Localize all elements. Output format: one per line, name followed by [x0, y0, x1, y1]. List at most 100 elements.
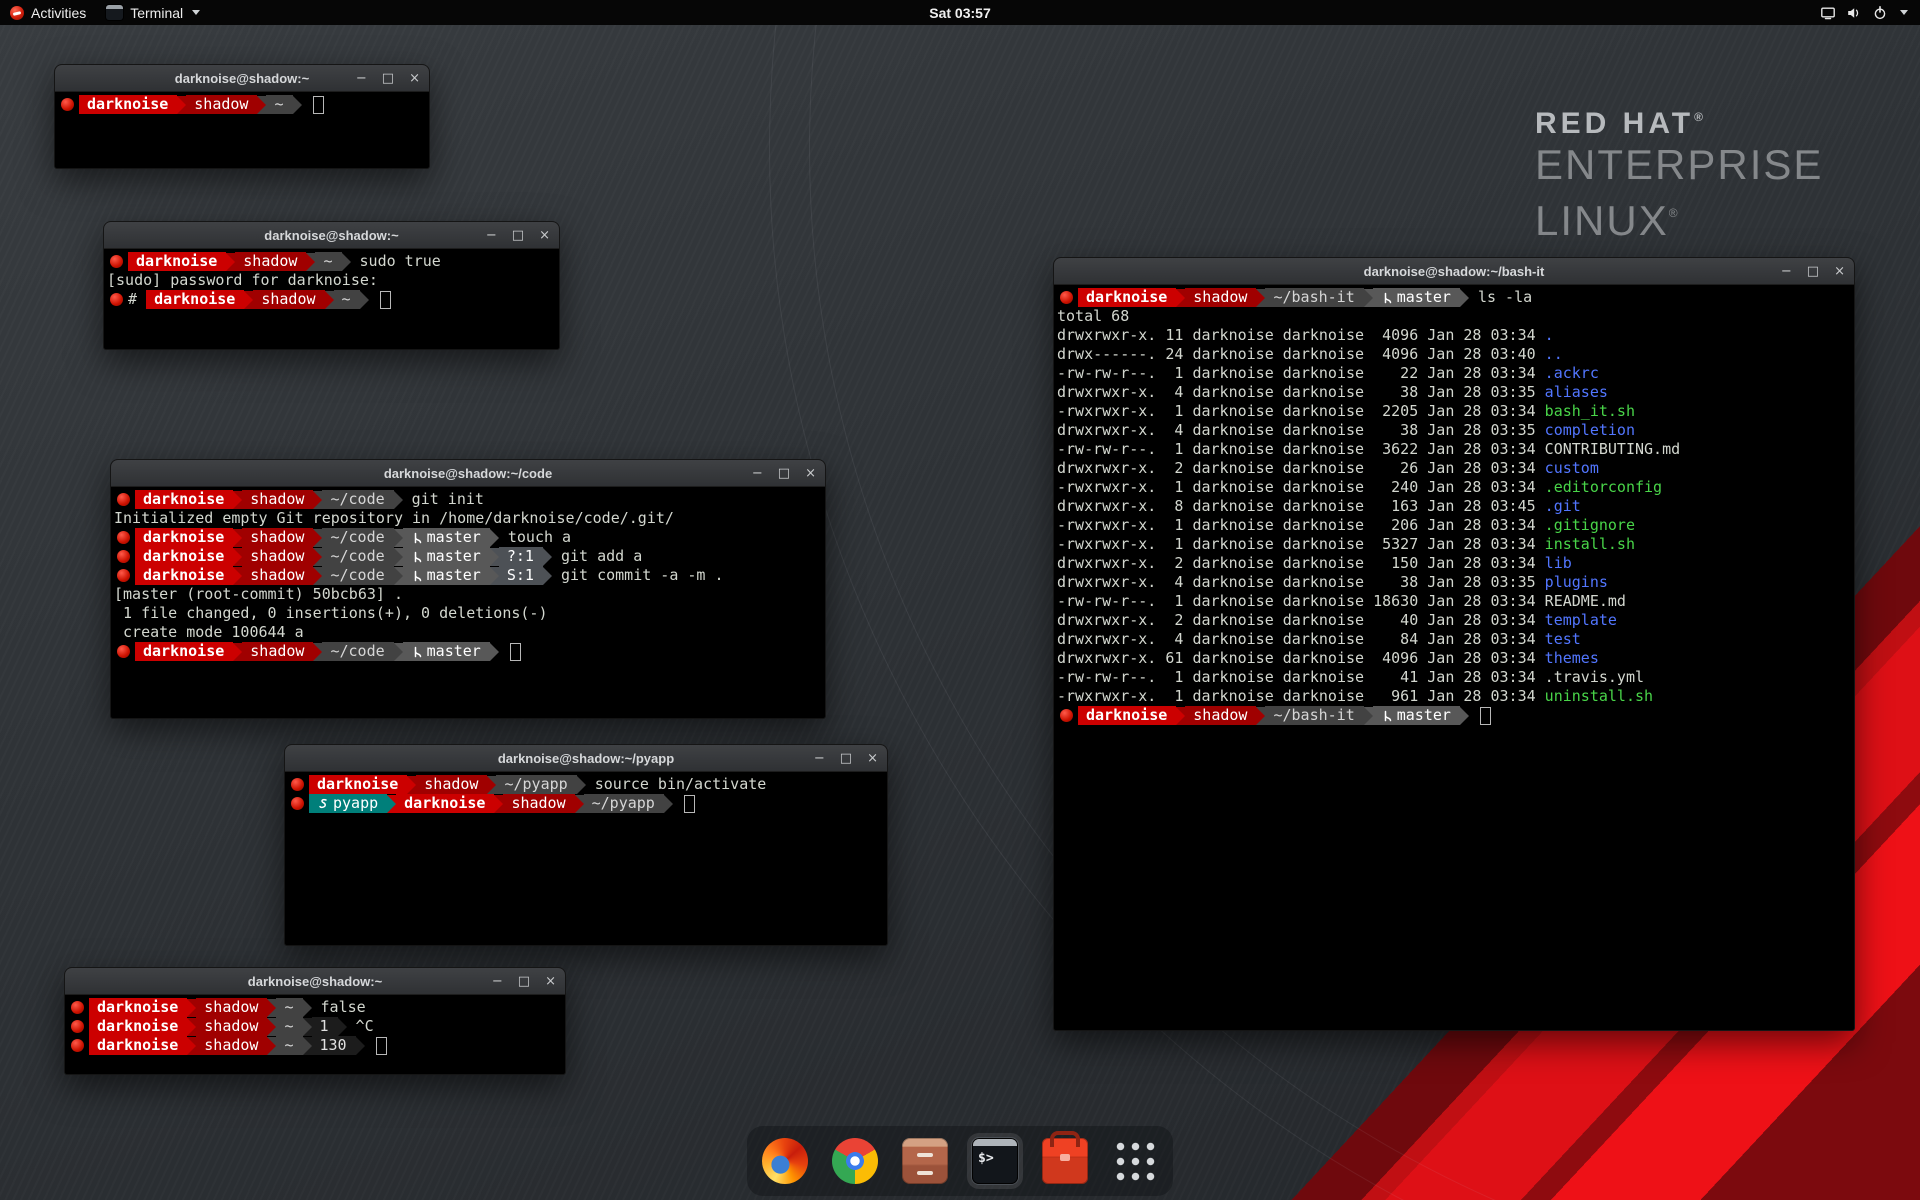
powerline-arrow: [233, 529, 242, 547]
python-icon: [317, 797, 329, 811]
powerline-arrow: [1364, 707, 1373, 725]
dock-firefox[interactable]: [757, 1133, 813, 1189]
terminal-cursor: [684, 795, 695, 813]
maximize-button[interactable]: □: [1807, 265, 1819, 278]
close-button[interactable]: ×: [539, 229, 550, 242]
maximize-button[interactable]: □: [840, 752, 852, 765]
dock-chrome[interactable]: [827, 1133, 883, 1189]
terminal-text: total 68: [1057, 307, 1129, 326]
clock[interactable]: Sat 03:57: [929, 5, 990, 21]
close-button[interactable]: ×: [545, 975, 556, 988]
terminal-cursor: [376, 1037, 387, 1055]
terminal-content[interactable]: darknoiseshadow~ sudo true[sudo] passwor…: [105, 249, 558, 348]
prompt-segment: darknoise: [89, 1036, 187, 1055]
minimize-button[interactable]: −: [814, 752, 825, 765]
minimize-button[interactable]: −: [492, 975, 503, 988]
terminal-text: themes: [1545, 649, 1599, 668]
terminal-text: git add a: [552, 547, 642, 566]
dock-terminal[interactable]: [967, 1133, 1023, 1189]
close-button[interactable]: ×: [409, 72, 420, 85]
titlebar[interactable]: darknoise@shadow:~/code − □ ×: [111, 460, 825, 487]
dock-toolbox[interactable]: [1037, 1133, 1093, 1189]
prompt-os-icon: [117, 550, 130, 563]
maximize-button[interactable]: □: [778, 467, 790, 480]
powerline-arrow: [313, 548, 322, 566]
prompt-segment: shadow: [242, 547, 313, 566]
minimize-button[interactable]: −: [486, 229, 497, 242]
power-icon: [1872, 5, 1888, 21]
terminal-text: completion: [1545, 421, 1635, 440]
app-menu-terminal[interactable]: Terminal: [96, 0, 210, 25]
titlebar[interactable]: darknoise@shadow:~ − □ ×: [65, 968, 565, 995]
prompt-os-icon: [117, 493, 130, 506]
powerline-arrow: [394, 643, 403, 661]
prompt-segment: darknoise: [135, 566, 233, 585]
prompt-segment: master: [403, 642, 490, 661]
terminal-line: darknoiseshadow~/pyapp source bin/activa…: [288, 775, 884, 794]
minimize-button[interactable]: −: [1781, 265, 1792, 278]
dock-files[interactable]: [897, 1133, 953, 1189]
titlebar[interactable]: darknoise@shadow:~/pyapp − □ ×: [285, 745, 887, 772]
powerline-arrow: [226, 253, 235, 271]
prompt-segment: ~/code: [322, 642, 393, 661]
terminal-cursor: [380, 291, 391, 309]
terminal-line: darknoiseshadow~/bash-itmaster ls -la: [1057, 288, 1851, 307]
terminal-line: drwxrwxr-x. 4 darknoise darknoise 38 Jan…: [1057, 573, 1851, 592]
system-menu[interactable]: [1814, 0, 1914, 25]
terminal-content[interactable]: darknoiseshadow~/pyapp source bin/activa…: [286, 772, 886, 944]
terminal-line: drwxrwxr-x. 4 darknoise darknoise 84 Jan…: [1057, 630, 1851, 649]
app-menu-label: Terminal: [130, 5, 183, 21]
firefox-icon: [762, 1138, 808, 1184]
titlebar[interactable]: darknoise@shadow:~ − □ ×: [104, 222, 559, 249]
maximize-button[interactable]: □: [382, 72, 394, 85]
terminal-text: false: [312, 998, 366, 1017]
close-button[interactable]: ×: [805, 467, 816, 480]
terminal-text: -rwxrwxr-x. 1 darknoise darknoise 961 Ja…: [1057, 687, 1545, 706]
minimize-button[interactable]: −: [752, 467, 763, 480]
terminal-cursor: [313, 96, 324, 114]
terminal-content[interactable]: darknoiseshadow~/bash-itmaster ls -latot…: [1055, 285, 1853, 1029]
terminal-content[interactable]: darknoiseshadow~: [56, 92, 428, 167]
prompt-os-icon: [291, 797, 304, 810]
prompt-segment: shadow: [253, 290, 324, 309]
titlebar[interactable]: darknoise@shadow:~ − □ ×: [55, 65, 429, 92]
prompt-segment: master: [1373, 288, 1460, 307]
maximize-button[interactable]: □: [512, 229, 524, 242]
terminal-text: ls -la: [1469, 288, 1532, 307]
terminal-text: [369, 290, 378, 309]
terminal-text: -rwxrwxr-x. 1 darknoise darknoise 240 Ja…: [1057, 478, 1545, 497]
prompt-segment: ~/bash-it: [1265, 288, 1363, 307]
rhel-wallpaper-brand: RED HAT® ENTERPRISE LINUX®: [1535, 100, 1823, 245]
terminal-text: create mode 100644 a: [114, 623, 304, 642]
dock-show-apps[interactable]: [1107, 1133, 1163, 1189]
redhat-logo-icon: [10, 6, 24, 20]
terminal-content[interactable]: darknoiseshadow~/code git initInitialize…: [112, 487, 824, 717]
minimize-button[interactable]: −: [356, 72, 367, 85]
prompt-os-icon: [71, 1039, 84, 1052]
powerline-arrow: [303, 1018, 312, 1036]
close-button[interactable]: ×: [1834, 265, 1845, 278]
branch-icon: [411, 569, 423, 583]
close-button[interactable]: ×: [867, 752, 878, 765]
powerline-arrow: [1256, 289, 1265, 307]
terminal-text: -rw-rw-r--. 1 darknoise darknoise 18630 …: [1057, 592, 1545, 611]
prompt-segment: shadow: [242, 490, 313, 509]
powerline-arrow: [1460, 289, 1469, 307]
terminal-text: drwxrwxr-x. 8 darknoise darknoise 163 Ja…: [1057, 497, 1545, 516]
terminal-line: -rwxrwxr-x. 1 darknoise darknoise 5327 J…: [1057, 535, 1851, 554]
titlebar[interactable]: darknoise@shadow:~/bash-it − □ ×: [1054, 258, 1854, 285]
powerline-arrow: [394, 548, 403, 566]
prompt-segment: darknoise: [135, 547, 233, 566]
prompt-os-icon: [1060, 709, 1073, 722]
terminal-line: -rwxrwxr-x. 1 darknoise darknoise 2205 J…: [1057, 402, 1851, 421]
maximize-button[interactable]: □: [518, 975, 530, 988]
powerline-arrow: [303, 1037, 312, 1055]
terminal-text: -rw-rw-r--. 1 darknoise darknoise 3622 J…: [1057, 440, 1545, 459]
prompt-segment: master: [403, 547, 490, 566]
terminal-text: .gitignore: [1545, 516, 1635, 535]
prompt-segment: ~/code: [322, 566, 393, 585]
terminal-icon: [972, 1138, 1018, 1184]
terminal-text: [sudo] password for darknoise:: [107, 271, 378, 290]
terminal-content[interactable]: darknoiseshadow~ falsedarknoiseshadow~1 …: [66, 995, 564, 1073]
activities-button[interactable]: Activities: [0, 0, 96, 25]
